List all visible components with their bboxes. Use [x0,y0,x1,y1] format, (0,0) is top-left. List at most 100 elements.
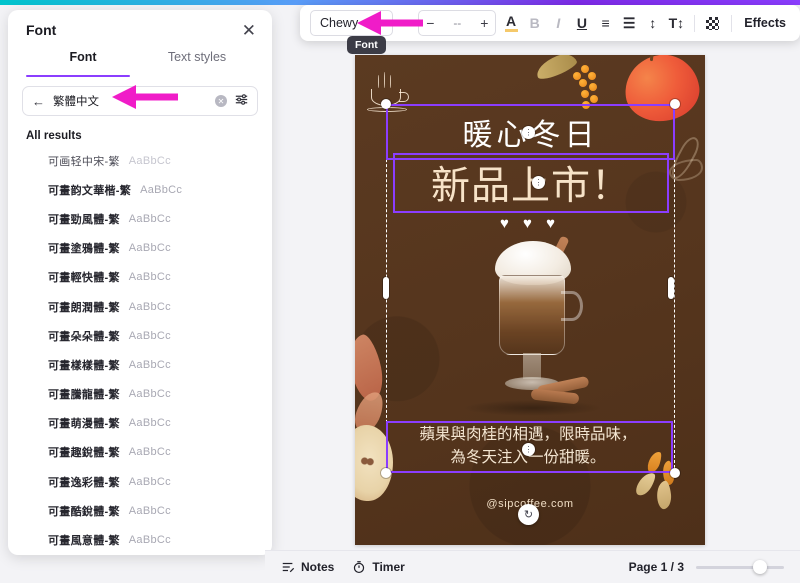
transparency-button[interactable] [704,10,722,36]
resize-handle-bottom-left[interactable] [381,468,391,478]
align-text-button[interactable]: ≡ [597,10,615,36]
font-item-preview: AaBbCc [128,475,171,488]
font-item-preview: AaBbCc [128,358,171,371]
font-item-name: 可畫萌漫體-繁 [48,418,120,431]
clear-search-icon[interactable]: ✕ [215,95,227,107]
poster-canvas[interactable]: 暖心冬日 新品上市！ ♥ ♥ ♥ 蘋果與肉桂的相遇，限時品味， 為冬天注入一份甜… [355,55,705,545]
font-size-value[interactable]: -- [441,16,473,30]
font-item-name: 可畫風意體-繁 [48,535,120,548]
font-item-name: 可畫輕快體-繁 [48,272,120,285]
font-results-list: 可画轻中宋-繁 AaBbCc 可畫韵文華楷-繁 AaBbCc 可畫勁風體-繁 AaBb… [8,146,272,555]
tab-text-styles[interactable]: Text styles [140,50,254,76]
active-tab-indicator [26,74,130,77]
italic-button[interactable]: I [550,10,568,36]
font-item-preview: AaBbCc [128,300,171,313]
resize-handle-top-right[interactable] [670,99,680,109]
font-item-name: 可画轻中宋-繁 [48,155,120,168]
timer-label: Timer [372,560,405,574]
font-item-name: 可畫樣樣體-繁 [48,359,120,372]
font-item-name: 可畫韵文華楷-繁 [48,184,132,197]
resize-handle-left-middle[interactable] [383,277,389,299]
font-item-name: 可畫騰龍體-繁 [48,389,120,402]
notes-label: Notes [301,560,335,574]
font-name-button[interactable]: Chewy [310,10,394,36]
status-right-group: Page 1 / 3 [629,560,784,574]
font-size-stepper: − -- + [418,10,497,36]
font-item-name: 可畫趣銳體-繁 [48,447,120,460]
zoom-slider-knob[interactable] [753,560,767,574]
element-center-marker-1[interactable]: ⋮ [522,126,535,139]
font-item-preview: AaBbCc [128,504,171,517]
font-tooltip: Font [347,36,386,54]
font-list-item[interactable]: 可畫萌漫體-繁 AaBbCc [48,409,272,438]
font-item-preview: AaBbCc [128,534,171,547]
tab-font[interactable]: Font [26,50,140,76]
toolbar-divider-1 [694,14,695,32]
font-search-box[interactable]: ← 繁體中文 ✕ [22,86,258,116]
filter-icon[interactable] [235,93,248,109]
timer-button[interactable]: Timer [352,560,405,574]
resize-handle-right-middle[interactable] [668,277,674,299]
font-item-name: 可畫勁風體-繁 [48,213,120,226]
font-list-item[interactable]: 可畫酷銳體-繁 AaBbCc [48,496,272,525]
font-list-item[interactable]: 可画轻中宋-繁 AaBbCc [48,146,272,175]
notes-icon [282,562,295,573]
resize-handle-bottom-right[interactable] [670,468,680,478]
rotate-handle[interactable]: ↻ [518,504,539,525]
zoom-slider[interactable] [696,560,784,574]
font-list-item[interactable]: 可畫塗鴉體-繁 AaBbCc [48,234,272,263]
font-list-item[interactable]: 可畫輕快體-繁 AaBbCc [48,263,272,292]
font-item-preview: AaBbCc [128,446,171,459]
font-item-name: 可畫逸彩體-繁 [48,476,120,489]
font-search-wrapper: ← 繁體中文 ✕ [8,76,272,120]
effects-button[interactable]: Effects [740,16,790,30]
close-icon[interactable]: ✕ [242,22,256,39]
font-list-item[interactable]: 可畫朗潤體-繁 AaBbCc [48,292,272,321]
font-list-item[interactable]: 可畫樣樣體-繁 AaBbCc [48,350,272,379]
font-item-name: 可畫塗鴉體-繁 [48,243,120,256]
font-list-item[interactable]: 可畫逸彩體-繁 AaBbCc [48,467,272,496]
toolbar-divider-2 [730,14,732,32]
font-panel-title: Font [26,22,57,38]
font-item-preview: AaBbCc [128,154,171,167]
font-size-increase-button[interactable]: + [473,11,495,35]
canva-editor-window: Page 1 Add page title ✦ 🔒 💬 🗋 🗑 [0,0,800,583]
notes-button[interactable]: Notes [281,560,334,574]
font-panel-header: Font ✕ [8,10,272,50]
font-list-item[interactable]: 可畫風意體-繁 AaBbCc [48,525,272,554]
font-list-item[interactable]: 可畫勁風體-繁 AaBbCc [48,204,272,233]
font-item-name: 可畫酷銳體-繁 [48,505,120,518]
selection-box-headline-2[interactable] [393,153,669,213]
element-center-marker-2[interactable]: ⋮ [532,176,545,189]
text-color-letter: A [506,13,517,29]
all-results-heading: All results [26,130,82,142]
page-indicator[interactable]: Page 1 / 3 [629,560,684,574]
back-arrow-icon[interactable]: ← [32,94,45,109]
font-item-preview: AaBbCc [128,212,171,225]
bold-button[interactable]: B [526,10,544,36]
font-list-item[interactable]: 可畫騰龍體-繁 AaBbCc [48,380,272,409]
bottom-status-bar: Notes Timer Page 1 / 3 [265,550,800,583]
zoom-slider-track [696,566,784,569]
font-item-preview: AaBbCc [128,388,171,401]
font-list-item[interactable]: 可畫趣銳體-繁 AaBbCc [48,438,272,467]
font-panel: Font ✕ Font Text styles ← 繁體中文 ✕ All res… [8,10,272,555]
font-size-decrease-button[interactable]: − [419,11,441,35]
text-color-icon[interactable]: A [502,10,520,36]
font-name-label: Chewy [320,16,359,30]
font-item-name: 可畫朵朵體-繁 [48,330,120,343]
underline-button[interactable]: U [573,10,591,36]
font-list-item[interactable]: 可畫韵文華楷-繁 AaBbCc [48,175,272,204]
font-search-input[interactable]: 繁體中文 [53,93,207,109]
timer-icon [354,561,365,574]
line-spacing-button[interactable]: ↕ [644,10,662,36]
resize-handle-top-left[interactable] [381,99,391,109]
font-list-item[interactable]: 可畫朵朵體-繁 AaBbCc [48,321,272,350]
font-item-name: 可畫朗潤體-繁 [48,301,120,314]
bullet-list-button[interactable]: ☰ [620,10,638,36]
font-item-preview: AaBbCc [128,329,171,342]
element-center-marker-3[interactable]: ⋮ [522,443,535,456]
font-item-preview: AaBbCc [128,271,171,284]
text-case-button[interactable]: T↕ [668,10,686,36]
font-item-preview: AaBbCc [128,417,171,430]
